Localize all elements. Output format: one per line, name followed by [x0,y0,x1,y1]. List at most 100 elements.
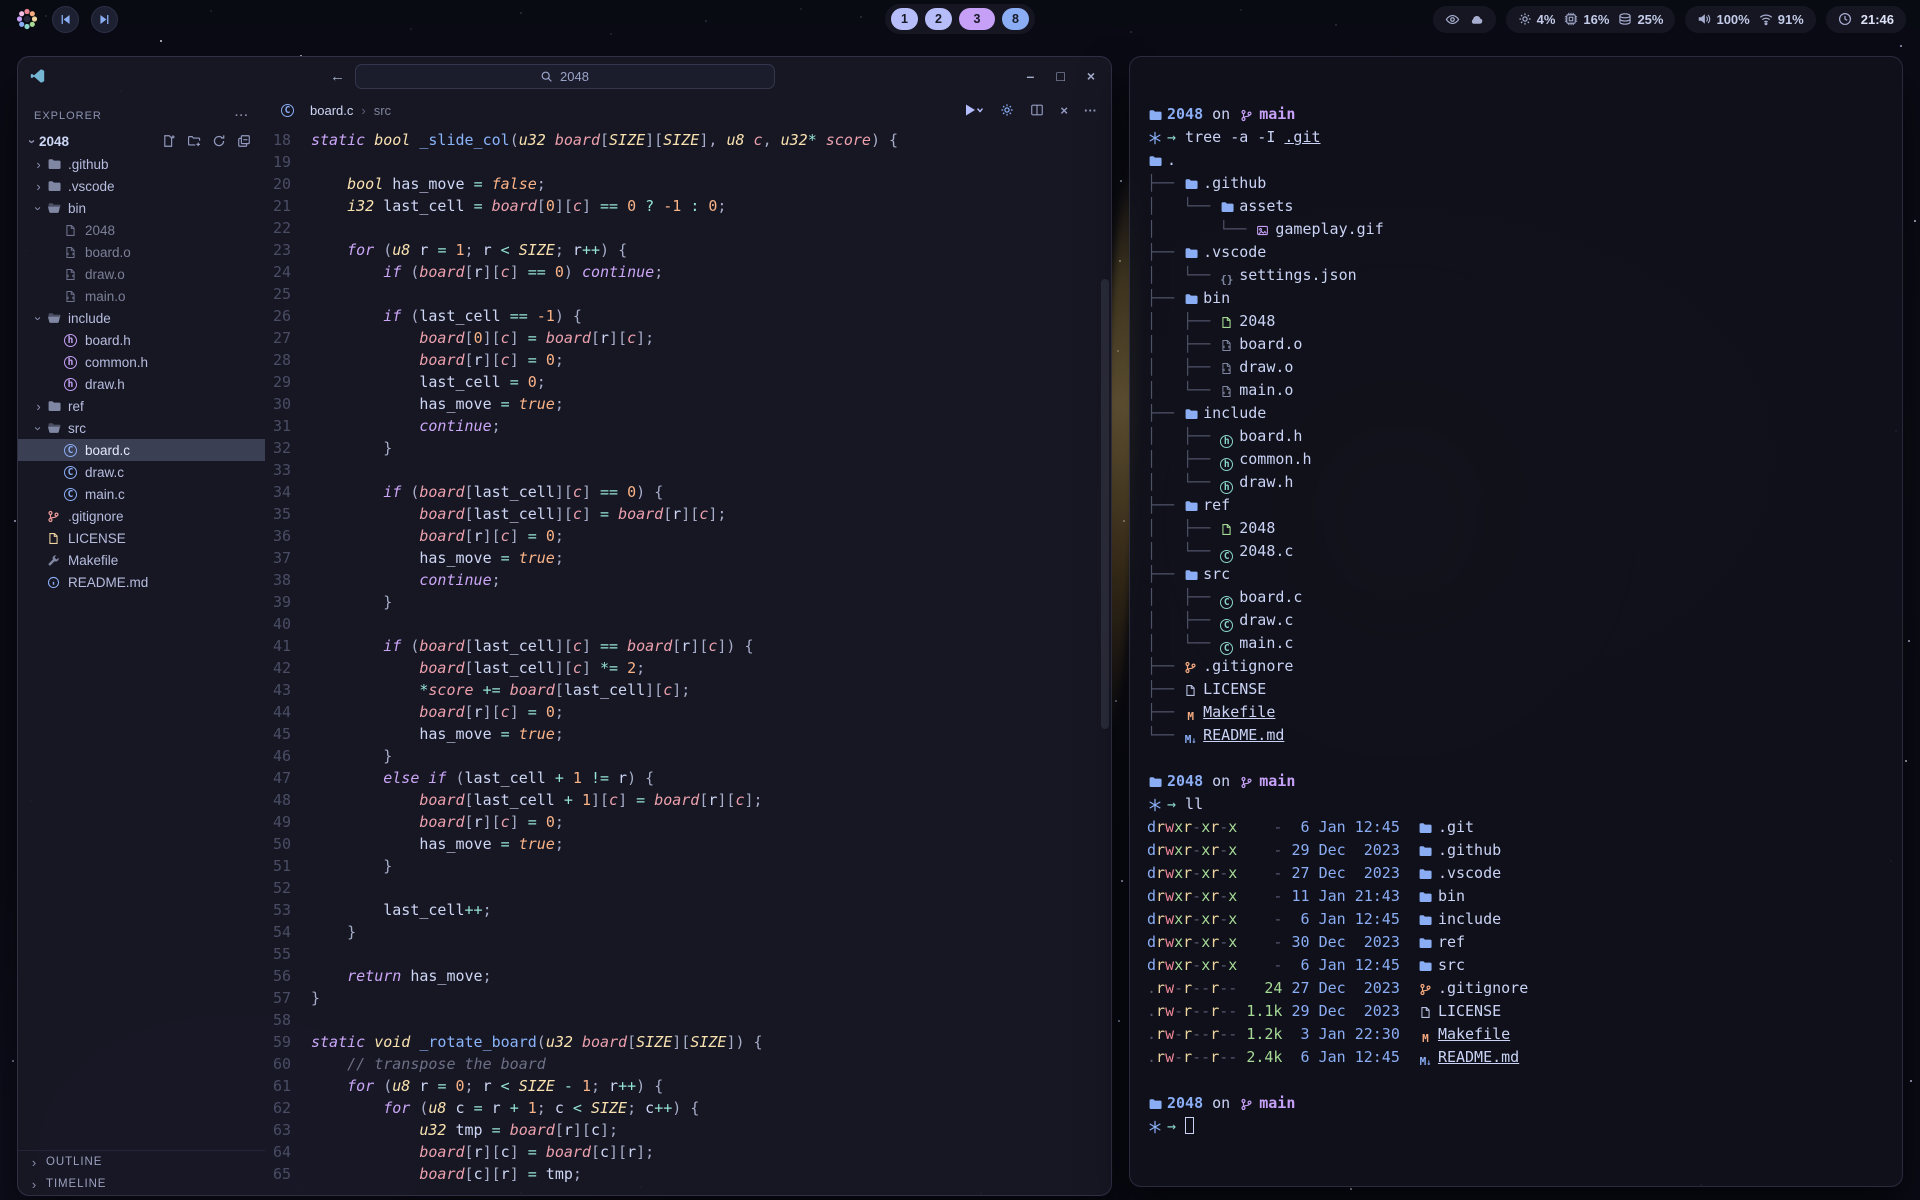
terminal-window[interactable]: 2048 on main→ tree -a -I .git.├── .githu… [1129,56,1903,1187]
project-root-row[interactable]: › 2048 [18,129,265,153]
explorer-item-.github[interactable]: ›.github [18,153,265,175]
code-line-44[interactable]: 44 board[r][c] = 0; [265,701,1111,723]
explorer-item-board.h[interactable]: hboard.h [18,329,265,351]
code-line-57[interactable]: 57} [265,987,1111,1009]
command-center-search[interactable]: 2048 [355,64,775,89]
code-line-49[interactable]: 49 board[r][c] = 0; [265,811,1111,833]
code-line-37[interactable]: 37 has_move = true; [265,547,1111,569]
code-line-58[interactable]: 58 [265,1009,1111,1031]
code-line-21[interactable]: 21 i32 last_cell = board[0][c] == 0 ? -1… [265,195,1111,217]
code-line-25[interactable]: 25 [265,283,1111,305]
new-folder-button[interactable] [186,134,201,148]
code-line-39[interactable]: 39 } [265,591,1111,613]
maximize-button[interactable]: □ [1056,68,1064,84]
breadcrumb-file[interactable]: board.c [310,103,353,118]
minimize-button[interactable]: – [1027,68,1035,84]
code-line-28[interactable]: 28 board[r][c] = 0; [265,349,1111,371]
code-line-22[interactable]: 22 [265,217,1111,239]
code-line-19[interactable]: 19 [265,151,1111,173]
more-actions-button[interactable]: ··· [1084,103,1097,118]
system-stats-widget[interactable]: 4%16%25% [1506,6,1676,33]
code-line-47[interactable]: 47 else if (last_cell + 1 != r) { [265,767,1111,789]
explorer-item-2048[interactable]: 2048 [18,219,265,241]
code-line-45[interactable]: 45 has_move = true; [265,723,1111,745]
code-line-36[interactable]: 36 board[r][c] = 0; [265,525,1111,547]
vscode-logo-icon[interactable] [30,68,48,84]
code-line-27[interactable]: 27 board[0][c] = board[r][c]; [265,327,1111,349]
editor-scrollbar[interactable] [1101,167,1109,1189]
explorer-item-ref[interactable]: ›ref [18,395,265,417]
code-line-65[interactable]: 65 board[c][r] = tmp; [265,1163,1111,1185]
panel-outline[interactable]: ›OUTLINE [18,1151,265,1173]
close-button[interactable]: × [1087,68,1095,84]
workspace-button-3[interactable]: 3 [959,8,995,30]
code-line-43[interactable]: 43 *score += board[last_cell][c]; [265,679,1111,701]
code-line-40[interactable]: 40 [265,613,1111,635]
code-line-64[interactable]: 64 board[r][c] = board[c][r]; [265,1141,1111,1163]
code-line-18[interactable]: 18static bool _slide_col(u32 board[SIZE]… [265,129,1111,151]
code-line-38[interactable]: 38 continue; [265,569,1111,591]
media-prev-button[interactable] [52,6,79,33]
workspace-button-2[interactable]: 2 [925,8,952,30]
explorer-item-draw.o[interactable]: draw.o [18,263,265,285]
panel-timeline[interactable]: ›TIMELINE [18,1173,265,1195]
launcher-icon[interactable] [14,6,40,32]
code-line-32[interactable]: 32 } [265,437,1111,459]
code-line-55[interactable]: 55 [265,943,1111,965]
explorer-item-Makefile[interactable]: Makefile [18,549,265,571]
code-line-23[interactable]: 23 for (u8 r = 1; r < SIZE; r++) { [265,239,1111,261]
explorer-item-.gitignore[interactable]: .gitignore [18,505,265,527]
code-editor[interactable]: 18static bool _slide_col(u32 board[SIZE]… [265,125,1111,1195]
explorer-item-README.md[interactable]: README.md [18,571,265,593]
code-line-48[interactable]: 48 board[last_cell + 1][c] = board[r][c]… [265,789,1111,811]
code-line-53[interactable]: 53 last_cell++; [265,899,1111,921]
code-line-42[interactable]: 42 board[last_cell][c] *= 2; [265,657,1111,679]
run-button[interactable] [964,103,984,117]
audio-network-widget[interactable]: 100%91% [1685,6,1815,33]
refresh-explorer-button[interactable] [211,134,226,148]
weather-widget[interactable] [1433,6,1496,33]
explorer-item-draw.h[interactable]: hdraw.h [18,373,265,395]
breadcrumb-context[interactable]: src [374,103,391,118]
code-line-61[interactable]: 61 for (u8 r = 0; r < SIZE - 1; r++) { [265,1075,1111,1097]
explorer-item-bin[interactable]: ›bin [18,197,265,219]
code-line-34[interactable]: 34 if (board[last_cell][c] == 0) { [265,481,1111,503]
code-line-60[interactable]: 60 // transpose the board [265,1053,1111,1075]
code-line-29[interactable]: 29 last_cell = 0; [265,371,1111,393]
workspace-button-8[interactable]: 8 [1002,8,1029,30]
explorer-more-button[interactable]: ··· [235,110,249,122]
collapse-folders-button[interactable] [236,134,251,148]
code-line-35[interactable]: 35 board[last_cell][c] = board[r][c]; [265,503,1111,525]
explorer-item-board.c[interactable]: Cboard.c [18,439,265,461]
split-editor-button[interactable] [1030,103,1044,117]
code-line-33[interactable]: 33 [265,459,1111,481]
explorer-item-common.h[interactable]: hcommon.h [18,351,265,373]
code-line-46[interactable]: 46 } [265,745,1111,767]
code-line-52[interactable]: 52 [265,877,1111,899]
explorer-item-.vscode[interactable]: ›.vscode [18,175,265,197]
new-file-button[interactable] [161,134,176,148]
explorer-item-src[interactable]: ›src [18,417,265,439]
run-settings-button[interactable] [1000,103,1014,117]
workspace-button-1[interactable]: 1 [891,8,918,30]
media-next-button[interactable] [91,6,118,33]
code-line-56[interactable]: 56 return has_move; [265,965,1111,987]
code-line-30[interactable]: 30 has_move = true; [265,393,1111,415]
code-line-63[interactable]: 63 u32 tmp = board[r][c]; [265,1119,1111,1141]
code-line-50[interactable]: 50 has_move = true; [265,833,1111,855]
code-line-24[interactable]: 24 if (board[r][c] == 0) continue; [265,261,1111,283]
clock-widget[interactable]: 21:46 [1826,6,1906,33]
code-line-41[interactable]: 41 if (board[last_cell][c] == board[r][c… [265,635,1111,657]
code-line-20[interactable]: 20 bool has_move = false; [265,173,1111,195]
code-line-51[interactable]: 51 } [265,855,1111,877]
scrollbar-thumb[interactable] [1101,279,1109,729]
explorer-item-main.o[interactable]: main.o [18,285,265,307]
code-line-54[interactable]: 54 } [265,921,1111,943]
close-editor-button[interactable]: × [1060,103,1068,118]
explorer-item-LICENSE[interactable]: LICENSE [18,527,265,549]
code-line-62[interactable]: 62 for (u8 c = r + 1; c < SIZE; c++) { [265,1097,1111,1119]
explorer-item-board.o[interactable]: board.o [18,241,265,263]
explorer-item-draw.c[interactable]: Cdraw.c [18,461,265,483]
explorer-item-main.c[interactable]: Cmain.c [18,483,265,505]
code-line-26[interactable]: 26 if (last_cell == -1) { [265,305,1111,327]
